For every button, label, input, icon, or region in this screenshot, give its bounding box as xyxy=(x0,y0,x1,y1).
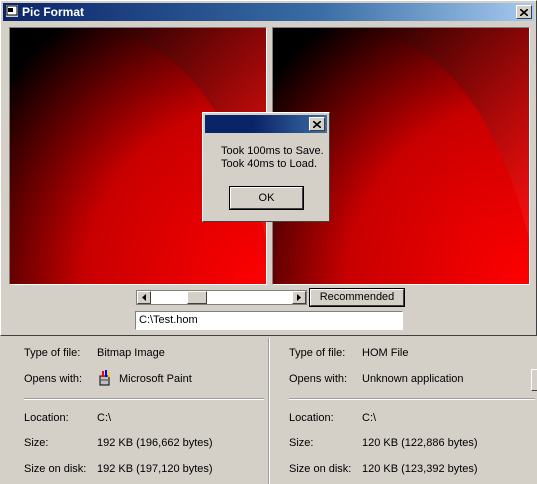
dialog-close-button[interactable] xyxy=(309,117,325,131)
left-type-label: Type of file: xyxy=(24,347,81,359)
right-size-on-disk-label: Size on disk: xyxy=(289,463,352,475)
timing-dialog: Took 100ms to Save. Took 40ms to Load. O… xyxy=(202,112,330,222)
scroll-track[interactable] xyxy=(151,291,292,304)
load-time-message: Took 40ms to Load. xyxy=(221,158,318,170)
save-time-message: Took 100ms to Save. xyxy=(221,145,324,157)
title-bar[interactable]: Pic Format xyxy=(3,3,534,21)
right-size-on-disk-value: 120 KB (123,392 bytes) xyxy=(362,463,478,475)
close-icon xyxy=(520,8,528,16)
scroll-right-button[interactable] xyxy=(292,291,306,304)
right-location-label: Location: xyxy=(289,412,334,424)
left-size-on-disk-label: Size on disk: xyxy=(24,463,87,475)
paint-icon xyxy=(99,370,110,386)
recommended-button[interactable]: Recommended xyxy=(309,288,405,307)
left-location-label: Location: xyxy=(24,412,69,424)
scroll-thumb[interactable] xyxy=(187,291,207,304)
quality-scrollbar[interactable] xyxy=(136,290,307,305)
left-location-value: C:\ xyxy=(97,412,112,424)
left-separator xyxy=(24,398,264,400)
close-button[interactable] xyxy=(516,5,532,19)
left-size-label: Size: xyxy=(24,437,49,449)
change-button-partial[interactable] xyxy=(531,369,537,391)
close-icon xyxy=(313,120,321,128)
right-opens-label: Opens with: xyxy=(289,373,348,385)
arrow-left-icon xyxy=(142,294,146,301)
right-size-label: Size: xyxy=(289,437,314,449)
right-opens-value: Unknown application xyxy=(362,373,464,385)
panel-divider xyxy=(268,338,270,484)
right-location-value: C:\ xyxy=(362,412,377,424)
left-size-value: 192 KB (196,662 bytes) xyxy=(97,437,213,449)
left-size-on-disk-value: 192 KB (197,120 bytes) xyxy=(97,463,213,475)
window-title: Pic Format xyxy=(22,5,85,19)
ok-button[interactable]: OK xyxy=(229,186,304,210)
scroll-left-button[interactable] xyxy=(137,291,151,304)
arrow-right-icon xyxy=(297,294,301,301)
right-separator xyxy=(289,398,535,400)
file-path-input[interactable]: C:\Test.hom xyxy=(135,311,403,330)
right-type-label: Type of file: xyxy=(289,347,346,359)
left-opens-value: Microsoft Paint xyxy=(119,373,192,385)
right-type-value: HOM File xyxy=(362,347,409,359)
right-size-value: 120 KB (122,886 bytes) xyxy=(362,437,478,449)
left-type-value: Bitmap Image xyxy=(97,347,165,359)
dialog-title-bar[interactable] xyxy=(205,115,327,133)
app-icon xyxy=(6,5,18,17)
left-opens-label: Opens with: xyxy=(24,373,83,385)
